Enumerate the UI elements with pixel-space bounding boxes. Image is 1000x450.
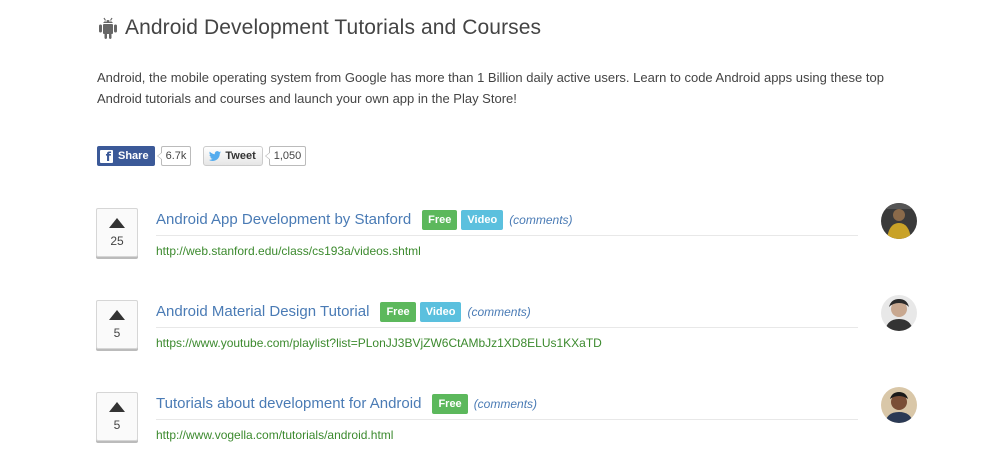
tweet-button[interactable]: Tweet — [203, 146, 263, 166]
tweet-count: 1,050 — [264, 146, 307, 166]
upvote-arrow-icon — [109, 310, 125, 320]
facebook-icon: f — [100, 149, 113, 163]
item-url-link[interactable]: http://web.stanford.edu/class/cs193a/vid… — [156, 244, 858, 258]
intro-text: Android, the mobile operating system fro… — [97, 70, 884, 106]
list-item: 25 Android App Development by Stanford F… — [96, 203, 921, 270]
upvote-arrow-icon — [109, 402, 125, 412]
item-url-link[interactable]: http://www.vogella.com/tutorials/android… — [156, 428, 858, 442]
video-badge: Video — [419, 301, 462, 322]
free-badge: Free — [380, 301, 416, 322]
comments-link[interactable]: (comments) — [474, 397, 537, 411]
video-badge: Video — [461, 209, 504, 230]
list-item: 5 Android Material Design Tutorial Free … — [96, 295, 921, 362]
vote-count: 5 — [113, 326, 121, 340]
item-title-link[interactable]: Android Material Design Tutorial — [156, 303, 369, 320]
item-title-row: Android App Development by Stanford Free… — [156, 208, 858, 236]
item-url-link[interactable]: https://www.youtube.com/playlist?list=PL… — [156, 336, 858, 350]
free-badge: Free — [432, 393, 468, 414]
vote-count: 5 — [113, 418, 121, 432]
item-title-link[interactable]: Android App Development by Stanford — [156, 211, 411, 228]
comments-link[interactable]: (comments) — [467, 305, 530, 319]
android-icon — [99, 17, 117, 39]
upvote-arrow-icon — [109, 218, 125, 228]
facebook-share-label: Share — [118, 150, 149, 162]
social-share-bar: f Share 6.7k Tweet 1,050 — [97, 146, 307, 166]
upvote-button[interactable]: 5 — [96, 392, 138, 441]
comments-link[interactable]: (comments) — [509, 213, 572, 227]
item-content: Android App Development by Stanford Free… — [156, 208, 858, 258]
item-content: Android Material Design Tutorial Free Vi… — [156, 300, 858, 350]
facebook-share-button[interactable]: f Share — [97, 146, 155, 166]
upvote-button[interactable]: 5 — [96, 300, 138, 349]
avatar[interactable] — [881, 203, 917, 239]
item-title-link[interactable]: Tutorials about development for Android — [156, 395, 421, 412]
list-item: 5 Tutorials about development for Androi… — [96, 387, 921, 450]
page-title: Android Development Tutorials and Course… — [125, 16, 542, 39]
avatar[interactable] — [881, 387, 917, 423]
avatar[interactable] — [881, 295, 917, 331]
twitter-bird-icon — [209, 150, 222, 161]
upvote-button[interactable]: 25 — [96, 208, 138, 257]
tweet-label: Tweet — [225, 150, 256, 162]
item-title-row: Tutorials about development for Android … — [156, 392, 858, 420]
item-title-row: Android Material Design Tutorial Free Vi… — [156, 300, 858, 328]
vote-count: 25 — [110, 234, 124, 248]
facebook-share-count: 6.7k — [156, 146, 192, 166]
free-badge: Free — [422, 209, 458, 230]
item-content: Tutorials about development for Android … — [156, 392, 858, 442]
page-header: Android Development Tutorials and Course… — [97, 16, 541, 40]
